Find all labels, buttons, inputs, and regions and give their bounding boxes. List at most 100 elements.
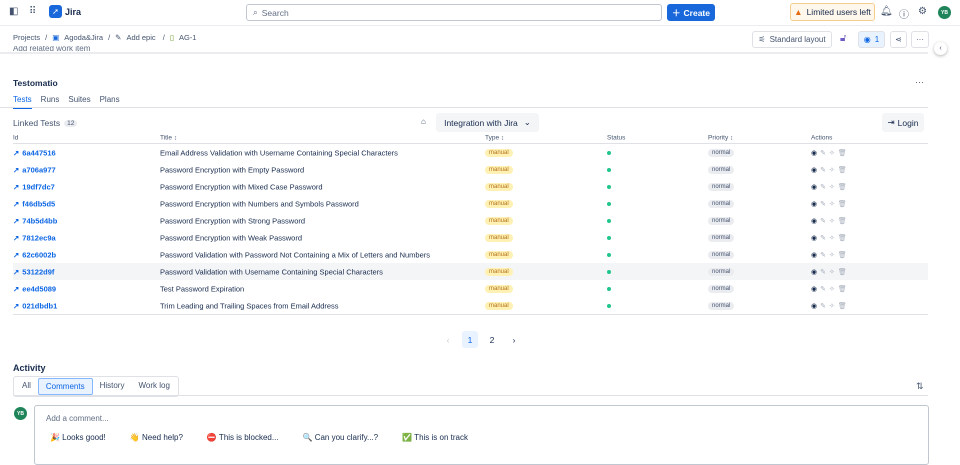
sidebar-toggle-icon[interactable]: ◧ <box>9 6 18 17</box>
watch-button[interactable]: ◉ 1 <box>858 31 885 48</box>
view-icon[interactable]: ◉ <box>811 217 817 225</box>
activity-tab-all[interactable]: All <box>15 378 38 395</box>
ai-sparkle-icon[interactable]: ✧ <box>829 251 835 259</box>
edit-icon[interactable]: ✎ <box>820 285 826 293</box>
view-icon[interactable]: ◉ <box>811 251 817 259</box>
standard-layout-button[interactable]: ⚟ Standard layout <box>752 31 832 48</box>
test-id-link[interactable]: ↗ 7812ec9a <box>13 233 56 242</box>
test-id-link[interactable]: ↗ 19df7dc7 <box>13 182 55 191</box>
prev-page-icon[interactable]: ‹ <box>440 331 456 348</box>
quick-reply-looks-good[interactable]: 🎉 Looks good! <box>50 433 106 442</box>
settings-icon[interactable]: ⚙ <box>918 6 927 17</box>
delete-icon[interactable]: 🗑︎ <box>838 166 847 174</box>
test-id: 021dbdb1 <box>22 301 58 310</box>
ai-sparkle-icon[interactable]: ✧ <box>829 268 835 276</box>
ai-sparkle-icon[interactable]: ✧ <box>829 200 835 208</box>
delete-icon[interactable]: 🗑︎ <box>838 183 847 191</box>
ai-sparkle-icon[interactable]: ✧ <box>829 166 835 174</box>
delete-icon[interactable]: 🗑︎ <box>838 251 847 259</box>
breadcrumb-add-epic[interactable]: Add epic <box>126 33 155 42</box>
activity-tab-history[interactable]: History <box>93 378 132 395</box>
quick-reply-need-help[interactable]: 👋 Need help? <box>130 433 183 442</box>
edit-icon[interactable]: ✎ <box>820 251 826 259</box>
ai-sparkle-icon[interactable]: ✧ <box>829 285 835 293</box>
view-icon[interactable]: ◉ <box>811 302 817 310</box>
ai-sparkle-icon[interactable]: ✧ <box>829 149 835 157</box>
ai-sparkle-icon[interactable]: ✧ <box>829 234 835 242</box>
header-title[interactable]: Title ↕ <box>160 135 177 142</box>
activity-tab-comments[interactable]: Comments <box>37 378 93 395</box>
view-icon[interactable]: ◉ <box>811 285 817 293</box>
test-id-link[interactable]: ↗ 53122d9f <box>13 267 54 276</box>
edit-icon[interactable]: ✎ <box>820 183 826 191</box>
breadcrumb-projects[interactable]: Projects <box>13 33 40 42</box>
test-id-link[interactable]: ↗ 62c6002b <box>13 250 56 259</box>
status-dot <box>607 167 611 172</box>
test-title: Password Encryption with Strong Password <box>160 216 306 225</box>
create-button[interactable]: ＋ Create <box>667 4 715 21</box>
comment-box[interactable]: Add a comment... 🎉 Looks good! 👋 Need he… <box>34 405 929 465</box>
lock-icon[interactable]: 🔓︎ <box>840 33 846 44</box>
ai-sparkle-icon[interactable]: ✧ <box>829 217 835 225</box>
test-id-link[interactable]: ↗ 021dbdb1 <box>13 301 57 310</box>
page-2[interactable]: 2 <box>484 331 500 348</box>
jira-logo-icon[interactable]: ➚ <box>49 5 62 18</box>
breadcrumb-issue-key[interactable]: AG-1 <box>179 33 197 42</box>
edit-icon[interactable]: ✎ <box>820 149 826 157</box>
panel-more-icon[interactable]: ··· <box>915 77 924 87</box>
test-id-link[interactable]: ↗ 6a447516 <box>13 148 56 157</box>
delete-icon[interactable]: 🗑︎ <box>838 217 847 225</box>
quick-reply-blocked[interactable]: ⛔ This is blocked... <box>207 433 279 442</box>
collapse-panel-button[interactable]: ‹ <box>934 42 947 55</box>
test-id-link[interactable]: ↗ 74b5d4bb <box>13 216 57 225</box>
header-type[interactable]: Type ↕ <box>485 135 504 142</box>
bell-icon[interactable]: 🔔︎ <box>880 6 893 17</box>
view-icon[interactable]: ◉ <box>811 268 817 276</box>
delete-icon[interactable]: 🗑︎ <box>838 285 847 293</box>
test-id-link[interactable]: ↗ ee4d5089 <box>13 284 56 293</box>
app-switcher-icon[interactable]: ⠿ <box>29 6 36 17</box>
more-button[interactable]: ··· <box>911 31 929 48</box>
help-icon[interactable]: ⓘ <box>899 6 909 21</box>
view-icon[interactable]: ◉ <box>811 200 817 208</box>
view-icon[interactable]: ◉ <box>811 234 817 242</box>
delete-icon[interactable]: 🗑︎ <box>838 234 847 242</box>
view-icon[interactable]: ◉ <box>811 149 817 157</box>
next-page-icon[interactable]: › <box>506 331 522 348</box>
ai-sparkle-icon[interactable]: ✧ <box>829 183 835 191</box>
header-priority[interactable]: Priority ↕ <box>708 135 733 142</box>
priority-badge: normal <box>708 233 735 242</box>
limited-users-button[interactable]: ▲ Limited users left <box>790 3 875 21</box>
login-label: Login <box>897 117 919 128</box>
search-input[interactable]: ⌕ Search <box>246 4 662 21</box>
activity-tab-worklog[interactable]: Work log <box>131 378 176 395</box>
delete-icon[interactable]: 🗑︎ <box>838 200 847 208</box>
view-icon[interactable]: ◉ <box>811 183 817 191</box>
test-id-link[interactable]: ↗ a706a977 <box>13 165 56 174</box>
app-name[interactable]: Jira <box>65 7 81 17</box>
quick-reply-clarify[interactable]: 🔍 Can you clarify...? <box>303 433 379 442</box>
quick-reply-on-track[interactable]: ✅ This is on track <box>402 433 468 442</box>
edit-icon[interactable]: ✎ <box>820 268 826 276</box>
breadcrumb-project[interactable]: Agoda&Jira <box>64 33 103 42</box>
edit-icon[interactable]: ✎ <box>820 200 826 208</box>
share-button[interactable]: ⋖ <box>890 31 907 48</box>
edit-icon[interactable]: ✎ <box>820 217 826 225</box>
view-icon[interactable]: ◉ <box>811 166 817 174</box>
test-title: Password Encryption with Weak Password <box>160 233 303 242</box>
edit-icon[interactable]: ✎ <box>820 302 826 310</box>
delete-icon[interactable]: 🗑︎ <box>838 268 847 276</box>
delete-icon[interactable]: 🗑︎ <box>838 302 847 310</box>
edit-icon[interactable]: ✎ <box>820 234 826 242</box>
page-1[interactable]: 1 <box>462 331 478 348</box>
integration-dropdown[interactable]: Integration with Jira ⌄ <box>436 113 539 132</box>
sort-icon[interactable]: ⇅ <box>916 381 924 392</box>
home-icon[interactable]: ⌂ <box>421 117 426 126</box>
delete-icon[interactable]: 🗑︎ <box>838 149 847 157</box>
avatar[interactable]: YB <box>938 6 951 19</box>
test-id-link[interactable]: ↗ f46db5d5 <box>13 199 55 208</box>
login-button[interactable]: ⇥ Login <box>882 113 924 132</box>
limited-label: Limited users left <box>806 7 871 17</box>
ai-sparkle-icon[interactable]: ✧ <box>829 302 835 310</box>
edit-icon[interactable]: ✎ <box>820 166 826 174</box>
